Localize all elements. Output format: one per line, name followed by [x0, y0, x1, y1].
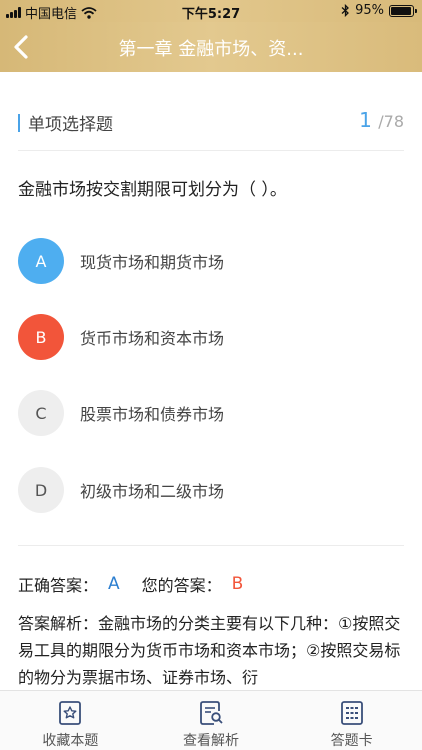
question-header: 单项选择题 1 /78: [18, 100, 404, 140]
option-label: 初级市场和二级市场: [80, 482, 225, 501]
option-badge: D: [18, 467, 64, 513]
correct-answer-value: A: [108, 574, 120, 594]
answer-summary: 正确答案： A 您的答案： B: [18, 572, 243, 596]
favorite-question-tab[interactable]: 收藏本题: [0, 691, 141, 750]
option-badge: A: [18, 238, 64, 284]
bottom-tab-bar: 收藏本题 查看解析 答题卡: [0, 690, 422, 750]
battery-fill: [391, 6, 411, 15]
option-label: 货币市场和资本市场: [80, 329, 225, 348]
accent-bar: [18, 113, 20, 132]
question-current: 1: [359, 108, 372, 132]
answer-card-label: 答题卡: [330, 733, 373, 749]
star-bookmark-icon: [59, 701, 82, 725]
nav-bar: 第一章 金融市场、资...: [0, 22, 422, 72]
document-search-icon: [200, 701, 223, 725]
battery-icon: [389, 4, 417, 17]
answer-card-icon: [340, 701, 363, 725]
option-badge: B: [18, 314, 64, 360]
divider: [18, 545, 404, 546]
favorite-question-label: 收藏本题: [42, 733, 99, 749]
question-counter: 1 /78: [359, 108, 404, 132]
option-a[interactable]: A 现货市场和期货市场: [18, 237, 404, 285]
battery-percent: 95%: [355, 3, 384, 18]
option-c[interactable]: C 股票市场和债券市场: [18, 389, 404, 437]
divider: [18, 150, 404, 151]
option-d[interactable]: D 初级市场和二级市场: [18, 466, 404, 514]
page-title: 第一章 金融市场、资...: [118, 39, 304, 60]
correct-answer-label: 正确答案：: [18, 576, 99, 595]
question-type: 单项选择题: [18, 110, 113, 135]
answer-analysis: 答案解析：金融市场的分类主要有以下几种：①按照交易工具的期限分为货币市场和资本市…: [18, 614, 401, 687]
your-answer-value: B: [231, 574, 244, 594]
status-right: 95%: [341, 3, 417, 18]
view-analysis-label: 查看解析: [183, 733, 239, 749]
question-total: /78: [378, 112, 404, 131]
option-badge: C: [18, 390, 64, 436]
bluetooth-icon: [341, 4, 350, 17]
chevron-left-icon: [14, 35, 28, 59]
back-button[interactable]: [4, 29, 40, 65]
option-label: 现货市场和期货市场: [80, 253, 225, 272]
your-answer-label: 您的答案：: [141, 576, 222, 595]
question-type-label: 单项选择题: [28, 115, 113, 135]
view-analysis-tab[interactable]: 查看解析: [141, 691, 282, 750]
option-label: 股票市场和债券市场: [80, 405, 225, 424]
status-bar: 中国电信 下午5:27 95%: [0, 0, 422, 22]
option-b[interactable]: B 货币市场和资本市场: [18, 313, 404, 361]
answer-card-tab[interactable]: 答题卡: [281, 691, 422, 750]
question-text: 金融市场按交割期限可划分为（ ）。: [18, 180, 287, 200]
